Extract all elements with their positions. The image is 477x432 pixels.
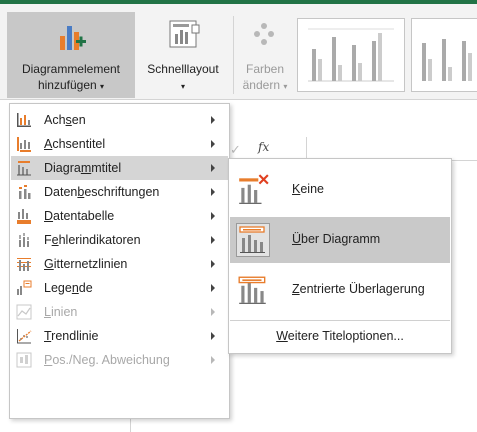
menu-item-data-table[interactable]: Datentabelle (11, 204, 228, 228)
palette-icon (254, 23, 274, 45)
chevron-right-icon (211, 164, 215, 172)
more-title-options-item[interactable]: Weitere Titeloptionen... (230, 321, 450, 353)
menu-item-label: Gitternetzlinien (44, 257, 128, 271)
chart-style-thumbnail[interactable] (411, 18, 477, 92)
quick-layout-label: Schnelllayout (147, 62, 219, 76)
ribbon: Diagrammelement hinzufügen ▾ Schnelllayo… (0, 4, 477, 100)
chart-styles-gallery (297, 18, 477, 92)
submenu-item-label: Zentrierte Überlagerung (292, 282, 425, 296)
error-bars-icon (19, 233, 29, 247)
chevron-right-icon (211, 260, 215, 268)
menu-item-label: Achsen (44, 113, 86, 127)
axis-titles-icon (17, 137, 31, 152)
chart-style-thumbnail[interactable] (297, 18, 405, 92)
add-chart-element-label: Diagrammelement (21, 62, 121, 76)
up-down-bars-icon (16, 352, 32, 368)
chart-title-icon (17, 161, 31, 176)
centered-overlay-icon (238, 276, 266, 304)
quick-layout-icon (169, 20, 200, 48)
lines-icon (16, 304, 32, 320)
menu-item-axes[interactable]: Achsen (11, 108, 228, 132)
menu-item-label: Linien (44, 305, 78, 319)
above-chart-icon (236, 223, 270, 257)
submenu-item-centered-overlay[interactable]: Zentrierte Überlagerung (230, 267, 450, 313)
submenu-item-above-chart[interactable]: Über Diagramm (230, 217, 450, 263)
more-options-label: eitere Titeloptionen... (287, 329, 404, 343)
menu-item-label: Fehlerindikatoren (44, 233, 141, 247)
menu-item-label: Pos./Neg. Abweichung (44, 353, 170, 367)
chevron-right-icon (211, 284, 215, 292)
trendline-icon (17, 329, 32, 344)
chevron-right-icon (211, 332, 215, 340)
chevron-down-icon: ▾ (100, 82, 105, 91)
menu-item-label: Diagrammtitel (44, 161, 122, 175)
enter-check-icon: ✓ (230, 142, 241, 157)
menu-item-trendline[interactable]: Trendlinie (11, 324, 228, 348)
chevron-down-icon: ▾ (180, 82, 185, 91)
menu-item-label: Datenbeschriftungen (44, 185, 160, 199)
chevron-right-icon (211, 116, 215, 124)
add-chart-element-icon (60, 26, 86, 50)
menu-item-legend[interactable]: Legende (11, 276, 228, 300)
menu-item-chart-title[interactable]: Diagrammtitel (11, 156, 228, 180)
chart-style-preview-icon (422, 39, 472, 81)
change-colors-button[interactable]: Farben ändern ▾ (236, 12, 294, 98)
menu-item-label: Datentabelle (44, 209, 115, 223)
chevron-right-icon (211, 212, 215, 220)
chevron-right-icon (211, 308, 215, 316)
chevron-right-icon (211, 188, 215, 196)
menu-item-lines[interactable]: Linien (11, 300, 228, 324)
more-options-accesskey: W (276, 329, 288, 343)
change-colors-label-2: ändern (242, 78, 280, 92)
add-chart-element-button[interactable]: Diagrammelement hinzufügen ▾ (7, 12, 135, 98)
add-chart-element-menu: Achsen Achsentitel Diagrammtitel Datenbesch… (9, 103, 230, 419)
menu-item-data-labels[interactable]: Datenbeschriftungen (11, 180, 228, 204)
submenu-item-no-title[interactable]: Keine (230, 167, 450, 213)
chevron-right-icon (211, 356, 215, 364)
chevron-down-icon: ▾ (283, 82, 288, 91)
change-colors-label: Farben (245, 62, 285, 76)
menu-item-axis-titles[interactable]: Achsentitel (11, 132, 228, 156)
chevron-right-icon (211, 236, 215, 244)
legend-icon (17, 280, 32, 295)
submenu-item-label: Keine (292, 182, 324, 196)
menu-item-label: Achsentitel (44, 137, 106, 151)
menu-item-up-down-bars[interactable]: Pos./Neg. Abweichung (11, 348, 228, 372)
chart-style-preview-icon (308, 28, 394, 82)
ribbon-separator (233, 16, 234, 94)
menu-item-gridlines[interactable]: Gitternetzlinien (11, 252, 228, 276)
data-labels-icon (19, 185, 31, 199)
quick-layout-button[interactable]: Schnelllayout ▾ (137, 12, 229, 98)
insert-function-button[interactable]: fx (258, 140, 269, 154)
menu-item-label: Legende (44, 281, 93, 295)
menu-item-label: Trendlinie (44, 329, 99, 343)
submenu-item-label: Über Diagramm (292, 232, 381, 246)
menu-item-error-bars[interactable]: Fehlerindikatoren (11, 228, 228, 252)
axes-icon (17, 113, 31, 127)
data-table-icon (17, 209, 31, 224)
gridlines-icon (17, 258, 31, 271)
chevron-right-icon (211, 140, 215, 148)
no-title-icon (239, 174, 269, 204)
chart-title-submenu: Weitere Titeloptionen... Keine Über Diagr… (228, 158, 452, 354)
add-chart-element-label-2: hinzufügen (37, 78, 97, 92)
